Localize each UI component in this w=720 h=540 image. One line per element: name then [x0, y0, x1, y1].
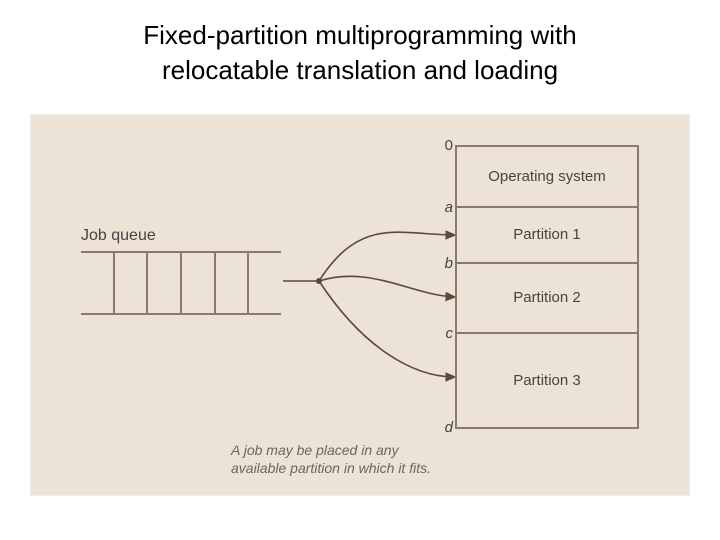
- queue-slot: [115, 253, 149, 313]
- job-queue-label: Job queue: [81, 227, 156, 245]
- queue-slot: [216, 253, 250, 313]
- title-line-2: relocatable translation and loading: [162, 55, 558, 85]
- partition-2: Partition 2: [457, 264, 637, 335]
- queue-slot: [249, 253, 281, 313]
- caption-line-2: available partition in which it fits.: [231, 460, 431, 476]
- queue-slot: [182, 253, 216, 313]
- page-title: Fixed-partition multiprogramming with re…: [0, 0, 720, 94]
- title-line-1: Fixed-partition multiprogramming with: [143, 20, 576, 50]
- job-queue: [81, 251, 281, 315]
- addr-d: d: [433, 419, 453, 436]
- queue-slot: [81, 253, 115, 313]
- addr-0: 0: [433, 137, 453, 154]
- os-segment: Operating system: [457, 147, 637, 208]
- partition-3: Partition 3: [457, 334, 637, 427]
- addr-a: a: [433, 199, 453, 216]
- queue-slot: [148, 253, 182, 313]
- diagram-caption: A job may be placed in any available par…: [231, 441, 431, 477]
- memory-block: Operating system Partition 1 Partition 2…: [455, 145, 639, 429]
- caption-line-1: A job may be placed in any: [231, 442, 399, 458]
- diagram-stage: Job queue Operating system Partition 1 P…: [30, 114, 690, 496]
- partition-1: Partition 1: [457, 208, 637, 264]
- addr-c: c: [433, 325, 453, 342]
- addr-b: b: [433, 255, 453, 272]
